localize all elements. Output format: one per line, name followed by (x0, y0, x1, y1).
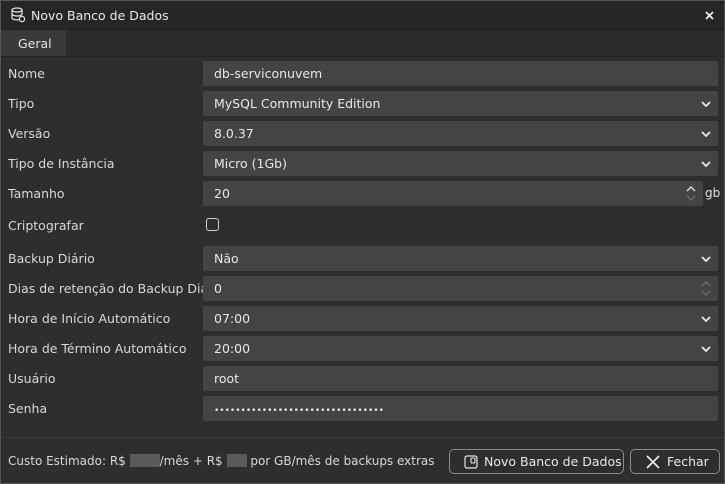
criptografar-checkbox[interactable] (206, 218, 219, 231)
dias-retencao-value: 0 (214, 281, 222, 296)
hora-termino-value: 20:00 (214, 341, 251, 356)
chevron-down-icon (701, 131, 711, 138)
backup-diario-value: Não (214, 251, 239, 266)
row-tipo: Tipo MySQL Community Edition (1, 91, 724, 116)
row-backup-diario: Backup Diário Não (1, 246, 724, 271)
backup-diario-select[interactable]: Não (203, 246, 718, 271)
row-hora-termino: Hora de Término Automático 20:00 (1, 336, 724, 361)
cost-suffix: por GB/mês de backups extras (250, 454, 435, 468)
versao-select[interactable]: 8.0.37 (203, 121, 718, 146)
tipo-label: Tipo (8, 96, 35, 111)
spin-arrows-icon[interactable] (700, 278, 712, 299)
create-database-button[interactable]: Novo Banco de Dados (449, 449, 624, 474)
senha-label: Senha (8, 401, 48, 416)
estimated-cost: Custo Estimado: R$ /mês + R$ por GB/mês … (8, 454, 435, 468)
row-tamanho: Tamanho 20 gb (1, 181, 724, 206)
database-icon (464, 454, 478, 469)
backup-diario-label: Backup Diário (8, 251, 95, 266)
senha-input[interactable]: •••••••••••••••••••••••••••••••• (203, 396, 718, 421)
dialog-window: Novo Banco de Dados Geral Nome db-servic… (0, 0, 725, 484)
nome-input[interactable]: db-serviconuvem (203, 61, 718, 86)
database-icon (11, 7, 25, 23)
create-database-label: Novo Banco de Dados (484, 454, 622, 469)
hora-inicio-select[interactable]: 07:00 (203, 306, 718, 331)
chevron-down-icon (701, 346, 711, 353)
chevron-down-icon (701, 316, 711, 323)
hora-inicio-label: Hora de Início Automático (8, 311, 171, 326)
tipo-select[interactable]: MySQL Community Edition (203, 91, 718, 116)
row-senha: Senha •••••••••••••••••••••••••••••••• (1, 396, 724, 421)
tamanho-spinbox[interactable]: 20 (203, 181, 703, 206)
close-label: Fechar (667, 454, 709, 469)
nome-label: Nome (8, 66, 45, 81)
tipo-instancia-value: Micro (1Gb) (214, 156, 287, 171)
hora-termino-label: Hora de Término Automático (8, 341, 187, 356)
close-icon (646, 454, 660, 469)
close-icon[interactable] (702, 8, 716, 22)
row-nome: Nome db-serviconuvem (1, 61, 724, 86)
tab-geral[interactable]: Geral (1, 30, 66, 56)
versao-value: 8.0.37 (214, 126, 254, 141)
usuario-label: Usuário (8, 371, 56, 386)
tipo-instancia-select[interactable]: Micro (1Gb) (203, 151, 718, 176)
row-usuario: Usuário root (1, 366, 724, 391)
chevron-down-icon (701, 256, 711, 263)
tipo-value: MySQL Community Edition (214, 96, 381, 111)
usuario-input[interactable]: root (203, 366, 718, 391)
redacted-price (129, 454, 160, 467)
row-hora-inicio: Hora de Início Automático 07:00 (1, 306, 724, 331)
row-versao: Versão 8.0.37 (1, 121, 724, 146)
dias-retencao-label: Dias de retenção do Backup Diário (8, 281, 225, 296)
window-title: Novo Banco de Dados (31, 7, 169, 23)
row-dias-retencao: Dias de retenção do Backup Diário 0 (1, 276, 724, 301)
title-bar: Novo Banco de Dados (1, 1, 724, 30)
senha-value: •••••••••••••••••••••••••••••••• (214, 406, 384, 416)
dias-retencao-spinbox[interactable]: 0 (203, 276, 718, 301)
row-tipo-instancia: Tipo de Instância Micro (1Gb) (1, 151, 724, 176)
close-button[interactable]: Fechar (630, 449, 720, 474)
usuario-value: root (214, 371, 240, 386)
versao-label: Versão (8, 126, 51, 141)
chevron-down-icon (701, 101, 711, 108)
tamanho-label: Tamanho (8, 186, 65, 201)
chevron-down-icon (701, 161, 711, 168)
tamanho-value: 20 (214, 186, 230, 201)
tipo-instancia-label: Tipo de Instância (8, 156, 115, 171)
tab-bar: Geral (1, 30, 724, 57)
hora-inicio-value: 07:00 (214, 311, 251, 326)
footer: Custo Estimado: R$ /mês + R$ por GB/mês … (1, 437, 724, 484)
cost-mid: /mês + R$ (159, 454, 223, 468)
spin-arrows-icon[interactable] (685, 183, 697, 204)
hora-termino-select[interactable]: 20:00 (203, 336, 718, 361)
redacted-price (226, 454, 247, 467)
nome-value: db-serviconuvem (214, 66, 323, 81)
tamanho-unit: gb (705, 186, 721, 200)
row-criptografar: Criptografar (1, 213, 724, 238)
cost-prefix: Custo Estimado: R$ (8, 454, 126, 468)
criptografar-label: Criptografar (8, 218, 84, 233)
